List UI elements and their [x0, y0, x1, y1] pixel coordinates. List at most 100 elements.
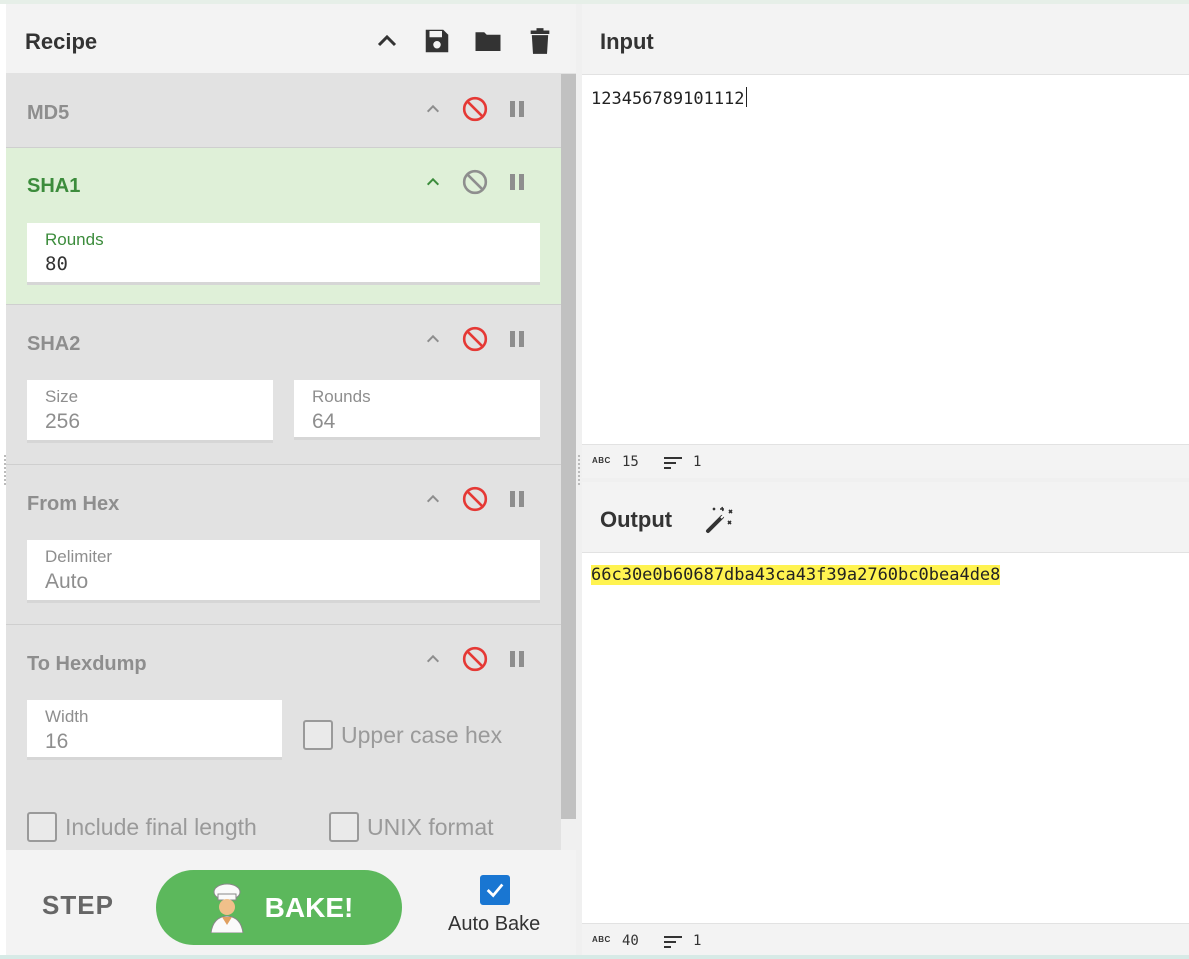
- load-recipe-button[interactable]: [471, 24, 505, 58]
- checkbox-box[interactable]: [303, 720, 333, 750]
- delimiter-field[interactable]: Delimiter Auto: [27, 540, 540, 603]
- save-recipe-button[interactable]: [420, 24, 454, 58]
- upper-case-hex-checkbox[interactable]: Upper case hex: [303, 720, 502, 750]
- bake-button[interactable]: BAKE!: [156, 870, 402, 945]
- bake-label: BAKE!: [264, 891, 354, 923]
- output-lines: 1: [693, 933, 702, 949]
- trash-icon: [530, 28, 550, 54]
- collapse-operation-button[interactable]: [419, 485, 447, 513]
- pause-icon: [510, 174, 524, 190]
- auto-bake-checkbox[interactable]: [480, 875, 510, 905]
- output-pane: Output 66c30e0b60687dba43ca43f39a2760bc0…: [582, 482, 1189, 957]
- input-text: 123456789101112: [591, 89, 745, 109]
- step-button[interactable]: STEP: [42, 890, 114, 921]
- input-textarea[interactable]: 123456789101112: [591, 87, 747, 109]
- chevron-up-icon: [426, 177, 440, 186]
- output-length: 40: [622, 933, 639, 949]
- rounds-field[interactable]: Rounds 64: [294, 380, 540, 440]
- checkbox-box[interactable]: [329, 812, 359, 842]
- lines-icon: [664, 936, 682, 948]
- magic-wand-icon: [706, 506, 733, 533]
- save-icon: [425, 29, 449, 53]
- operation-md5[interactable]: MD5: [6, 74, 561, 148]
- disable-operation-button[interactable]: [461, 168, 489, 196]
- disable-icon: [462, 326, 488, 352]
- recipe-pane: Recipe MD5 SHA1 Rounds 80 SHA2 Size 256 …: [6, 4, 576, 955]
- recipe-footer: STEP BAKE! Auto Bake: [6, 850, 576, 955]
- operation-sha1[interactable]: SHA1 Rounds 80: [6, 148, 561, 305]
- input-length: 15: [622, 454, 639, 470]
- abc-icon: ABC: [592, 456, 611, 465]
- output-text: 66c30e0b60687dba43ca43f39a2760bc0bea4de8: [591, 565, 1001, 585]
- recipe-scrollbar[interactable]: [561, 74, 576, 850]
- pause-icon: [510, 331, 524, 347]
- breakpoint-button[interactable]: [503, 168, 531, 196]
- field-value: Auto: [45, 570, 89, 593]
- field-value: 64: [312, 410, 336, 433]
- lines-icon: [664, 457, 682, 469]
- checkbox-label: UNIX format: [367, 813, 494, 840]
- cyberchef-window: Recipe MD5 SHA1 Rounds 80 SHA2 Size 256 …: [0, 0, 1189, 959]
- field-value: 256: [45, 410, 81, 433]
- unix-format-checkbox[interactable]: UNIX format: [329, 812, 494, 842]
- output-textarea[interactable]: 66c30e0b60687dba43ca43f39a2760bc0bea4de8: [591, 565, 1001, 585]
- width-field[interactable]: Width 16: [27, 700, 282, 760]
- field-label: Size: [45, 387, 79, 406]
- output-header: Output: [582, 482, 1189, 553]
- breakpoint-button[interactable]: [503, 95, 531, 123]
- field-value: 80: [45, 253, 68, 275]
- text-caret: [745, 87, 747, 107]
- collapse-operation-button[interactable]: [419, 95, 447, 123]
- pause-icon: [510, 651, 524, 667]
- chevron-up-icon: [426, 654, 440, 663]
- size-field[interactable]: Size 256: [27, 380, 273, 443]
- disable-icon: [462, 646, 488, 672]
- disable-icon: [462, 169, 488, 195]
- operation-to-hexdump[interactable]: To Hexdump Width 16 Upper case hex Inclu…: [6, 625, 561, 850]
- input-pane: Input 123456789101112 ABC 15 1: [582, 4, 1189, 478]
- abc-icon: ABC: [592, 935, 611, 944]
- recipe-title: Recipe: [25, 29, 98, 54]
- breakpoint-button[interactable]: [503, 645, 531, 673]
- rounds-field[interactable]: Rounds 80: [27, 223, 540, 285]
- recipe-operations-list: MD5 SHA1 Rounds 80 SHA2 Size 256 Rounds …: [6, 74, 561, 850]
- field-label: Rounds: [45, 230, 104, 249]
- folder-icon: [475, 32, 501, 51]
- magic-button[interactable]: [702, 504, 734, 536]
- clear-recipe-button[interactable]: [523, 24, 557, 58]
- field-label: Delimiter: [45, 547, 113, 566]
- chevron-up-icon: [377, 34, 397, 47]
- auto-bake-label: Auto Bake: [448, 913, 541, 935]
- scrollbar-thumb[interactable]: [561, 74, 576, 819]
- field-label: Width: [45, 707, 89, 726]
- output-status-bar: ABC 40 1: [582, 923, 1189, 957]
- collapse-operation-button[interactable]: [419, 168, 447, 196]
- input-header: Input: [582, 4, 1189, 75]
- operation-sha2[interactable]: SHA2 Size 256 Rounds 64: [6, 305, 561, 465]
- operation-name: To Hexdump: [27, 653, 147, 675]
- checkbox-label: Upper case hex: [341, 721, 503, 748]
- checkbox-box[interactable]: [27, 812, 57, 842]
- disable-operation-button[interactable]: [461, 95, 489, 123]
- collapse-operation-button[interactable]: [419, 645, 447, 673]
- include-final-length-checkbox[interactable]: Include final length: [27, 812, 257, 842]
- collapse-operation-button[interactable]: [419, 325, 447, 353]
- bottom-border: [0, 955, 1189, 959]
- gutter-grip-icon[interactable]: [578, 455, 580, 485]
- input-title: Input: [600, 29, 654, 54]
- disable-operation-button[interactable]: [461, 325, 489, 353]
- breakpoint-button[interactable]: [503, 325, 531, 353]
- breakpoint-button[interactable]: [503, 485, 531, 513]
- disable-operation-button[interactable]: [461, 645, 489, 673]
- chevron-up-icon: [426, 104, 440, 113]
- operation-name: SHA1: [27, 175, 81, 197]
- chevron-up-icon: [426, 494, 440, 503]
- collapse-all-button[interactable]: [370, 24, 404, 58]
- disable-operation-button[interactable]: [461, 485, 489, 513]
- operation-name: From Hex: [27, 493, 120, 515]
- checkmark-icon: [486, 883, 504, 898]
- operation-name: SHA2: [27, 333, 81, 355]
- recipe-header: Recipe: [6, 4, 576, 74]
- left-grip-icon[interactable]: [4, 455, 6, 485]
- operation-from-hex[interactable]: From Hex Delimiter Auto: [6, 465, 561, 625]
